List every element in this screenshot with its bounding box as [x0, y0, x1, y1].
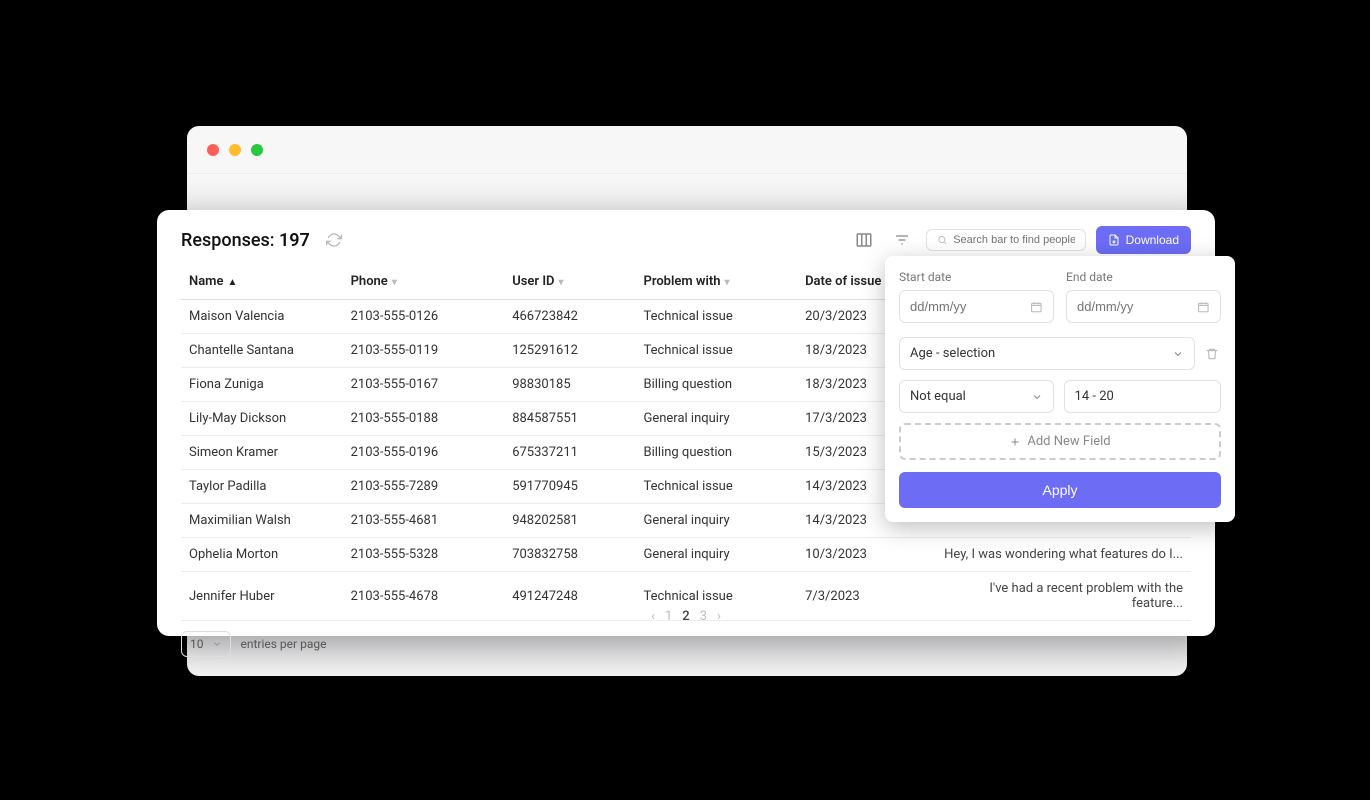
cell-name: Ophelia Morton	[181, 538, 343, 572]
filter-operator-select[interactable]: Not equal	[899, 380, 1054, 413]
page-1[interactable]: 1	[665, 609, 672, 624]
cell-problem: Technical issue	[635, 334, 797, 368]
chevron-down-icon	[1031, 391, 1043, 403]
table-footer: 10 entries per page	[157, 621, 1215, 667]
delete-filter-button[interactable]	[1205, 347, 1221, 361]
cell-userid: 703832758	[504, 538, 635, 572]
cell-phone: 2103-555-0167	[343, 368, 505, 402]
end-date-label: End date	[1066, 270, 1221, 284]
cell-userid: 675337211	[504, 436, 635, 470]
page-3[interactable]: 3	[700, 609, 707, 624]
cell-date: 10/3/2023	[797, 538, 928, 572]
download-icon	[1108, 234, 1120, 246]
filter-value-input[interactable]: 14 - 20	[1064, 380, 1221, 413]
cell-phone: 2103-555-0196	[343, 436, 505, 470]
cell-name: Taylor Padilla	[181, 470, 343, 504]
filter-icon[interactable]	[888, 226, 916, 254]
cell-phone: 2103-555-7289	[343, 470, 505, 504]
cell-problem: Billing question	[635, 368, 797, 402]
cell-name: Fiona Zuniga	[181, 368, 343, 402]
chevron-down-icon	[1172, 348, 1184, 360]
cell-userid: 466723842	[504, 300, 635, 334]
cell-phone: 2103-555-4681	[343, 504, 505, 538]
end-date-input[interactable]	[1066, 290, 1221, 323]
cell-phone: 2103-555-4678	[343, 572, 505, 621]
cell-name: Simeon Kramer	[181, 436, 343, 470]
sort-asc-icon: ▲	[227, 277, 237, 288]
page-2[interactable]: 2	[682, 609, 689, 624]
col-header-userid[interactable]: User ID▾	[504, 264, 635, 300]
start-date-field[interactable]	[910, 299, 1030, 314]
sort-icon: ▾	[725, 277, 730, 288]
sort-icon: ▾	[559, 277, 564, 288]
responses-title: Responses: 197	[181, 230, 310, 251]
cell-name: Maximilian Walsh	[181, 504, 343, 538]
table-row[interactable]: Ophelia Morton2103-555-5328703832758Gene…	[181, 538, 1191, 572]
page-next[interactable]: ›	[717, 609, 721, 624]
columns-icon[interactable]	[850, 226, 878, 254]
refresh-icon[interactable]	[320, 226, 348, 254]
window-titlebar	[187, 126, 1187, 174]
cell-problem: Technical issue	[635, 300, 797, 334]
download-button[interactable]: Download	[1096, 226, 1191, 254]
cell-phone: 2103-555-5328	[343, 538, 505, 572]
chevron-down-icon	[212, 639, 222, 649]
col-header-problem[interactable]: Problem with▾	[635, 264, 797, 300]
close-window-button[interactable]	[207, 144, 219, 156]
cell-userid: 98830185	[504, 368, 635, 402]
entries-per-page-label: entries per page	[241, 637, 327, 651]
cell-name: Chantelle Santana	[181, 334, 343, 368]
cell-name: Lily-May Dickson	[181, 402, 343, 436]
sort-icon: ▾	[392, 277, 397, 288]
cell-date: 7/3/2023	[797, 572, 928, 621]
cell-phone: 2103-555-0126	[343, 300, 505, 334]
start-date-label: Start date	[899, 270, 1054, 284]
add-field-button[interactable]: Add New Field	[899, 423, 1221, 460]
pagination: ‹ 1 2 3 ›	[651, 609, 721, 624]
search-input[interactable]	[953, 234, 1074, 246]
page-prev[interactable]: ‹	[651, 609, 655, 624]
cell-problem: Billing question	[635, 436, 797, 470]
filter-field-select[interactable]: Age - selection	[899, 337, 1195, 370]
col-header-name[interactable]: Name▲	[181, 264, 343, 300]
plus-icon	[1009, 436, 1021, 448]
cell-problem: Technical issue	[635, 470, 797, 504]
trash-icon	[1205, 347, 1219, 361]
cell-problem: General inquiry	[635, 402, 797, 436]
maximize-window-button[interactable]	[251, 144, 263, 156]
cell-msg: Hey, I was wondering what features do I.…	[928, 538, 1191, 572]
cell-phone: 2103-555-0119	[343, 334, 505, 368]
cell-userid: 491247248	[504, 572, 635, 621]
cell-phone: 2103-555-0188	[343, 402, 505, 436]
cell-problem: General inquiry	[635, 504, 797, 538]
col-header-phone[interactable]: Phone▾	[343, 264, 505, 300]
responses-count: 197	[279, 230, 310, 251]
cell-problem: General inquiry	[635, 538, 797, 572]
calendar-icon	[1197, 300, 1210, 314]
minimize-window-button[interactable]	[229, 144, 241, 156]
start-date-input[interactable]	[899, 290, 1054, 323]
cell-userid: 591770945	[504, 470, 635, 504]
cell-msg: I've had a recent problem with the featu…	[928, 572, 1191, 621]
cell-name: Maison Valencia	[181, 300, 343, 334]
cell-userid: 125291612	[504, 334, 635, 368]
page-size-select[interactable]: 10	[181, 631, 231, 657]
calendar-icon	[1030, 300, 1043, 314]
cell-userid: 948202581	[504, 504, 635, 538]
apply-button[interactable]: Apply	[899, 472, 1221, 508]
filter-panel: Start date End date Age - selection Not …	[885, 256, 1235, 522]
search-icon	[937, 234, 948, 246]
search-input-wrap[interactable]	[926, 229, 1086, 251]
end-date-field[interactable]	[1077, 299, 1197, 314]
cell-userid: 884587551	[504, 402, 635, 436]
cell-name: Jennifer Huber	[181, 572, 343, 621]
